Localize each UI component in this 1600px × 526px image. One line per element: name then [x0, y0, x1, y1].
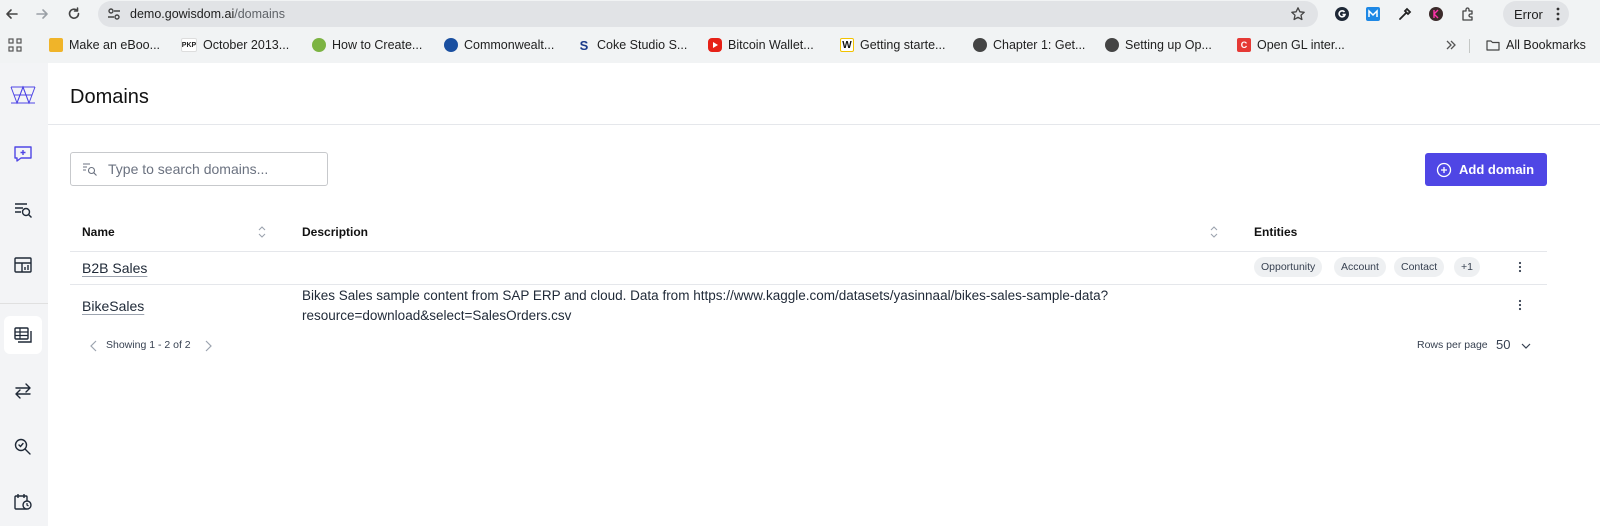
sort-icon[interactable]	[258, 225, 266, 239]
search-box[interactable]	[70, 152, 328, 186]
all-bookmarks-button[interactable]: All Bookmarks	[1486, 37, 1586, 53]
bookmark-item[interactable]: Setting up Op...	[1105, 37, 1212, 53]
bookmark-label: October 2013...	[203, 38, 290, 52]
profile-error-label: Error	[1514, 7, 1543, 22]
sidebar-divider	[0, 303, 48, 304]
reload-icon[interactable]	[64, 4, 84, 24]
chevron-down-icon[interactable]	[1520, 340, 1532, 352]
w-favicon-icon: W	[840, 38, 854, 52]
folder-icon	[1486, 39, 1500, 51]
main-content: Domains Add domain Name Description Enti…	[48, 63, 1600, 526]
table-header-divider	[70, 251, 1547, 252]
bookmark-item[interactable]: Chapter 1: Get...	[973, 37, 1085, 53]
globe-favicon-icon	[444, 38, 458, 52]
globe-favicon-icon	[1105, 38, 1119, 52]
column-header-entities: Entities	[1254, 225, 1298, 239]
transfer-arrows-icon[interactable]	[4, 372, 42, 410]
browser-menu-icon[interactable]	[1556, 7, 1560, 21]
bookmark-label: Make an eBoo...	[69, 38, 161, 52]
domain-name-link[interactable]: B2B Sales	[82, 260, 147, 276]
next-page-icon[interactable]	[204, 340, 212, 352]
entity-tag: Opportunity	[1254, 257, 1323, 277]
description-line: resource=download&select=SalesOrders.csv	[302, 308, 572, 323]
bookmark-item[interactable]: PKP October 2013...	[181, 37, 289, 53]
more-bookmarks-chevron-icon[interactable]	[1445, 37, 1457, 53]
grammarly-extension-icon[interactable]	[1333, 5, 1351, 23]
green-circle-favicon-icon	[312, 38, 326, 52]
bookmark-item[interactable]: C Open GL inter...	[1237, 37, 1345, 53]
bookmark-label: How to Create...	[332, 38, 423, 52]
url-text: demo.gowisdom.ai/domains	[130, 7, 285, 21]
browser-toolbar: demo.gowisdom.ai/domains Error	[0, 0, 1600, 28]
m-extension-icon[interactable]	[1364, 5, 1382, 23]
bookmark-label: Chapter 1: Get...	[993, 38, 1086, 52]
bookmark-item[interactable]: Commonwealt...	[444, 37, 554, 53]
pkp-favicon-icon: PKP	[181, 38, 197, 52]
entity-more-tag[interactable]: +1	[1454, 257, 1480, 277]
bookmark-star-icon[interactable]	[1290, 6, 1306, 22]
search-input[interactable]	[108, 159, 318, 179]
bookmarks-bar: Make an eBoo... PKP October 2013... How …	[0, 31, 1600, 59]
site-info-icon[interactable]	[106, 6, 122, 22]
bookmark-label: Getting starte...	[860, 38, 946, 52]
bookmark-item[interactable]: S Coke Studio S...	[577, 37, 688, 53]
bookmark-item[interactable]: How to Create...	[312, 37, 422, 53]
add-domain-label: Add domain	[1459, 162, 1535, 177]
page-title: Domains	[70, 86, 149, 108]
description-line: Bikes Sales sample content from SAP ERP …	[302, 288, 1109, 303]
domains-table-icon[interactable]	[4, 316, 42, 354]
row-menu-icon[interactable]	[1518, 261, 1522, 273]
bookmark-item[interactable]: Make an eBoo...	[49, 37, 160, 53]
bookmark-item[interactable]: Bitcoin Wallet...	[708, 37, 814, 53]
bookmark-label: Bitcoin Wallet...	[728, 38, 814, 52]
profile-error-button[interactable]: Error	[1503, 1, 1569, 27]
apps-grid-icon[interactable]	[8, 37, 22, 53]
column-header-description[interactable]: Description	[302, 225, 368, 239]
previous-page-icon[interactable]	[90, 340, 98, 352]
address-bar[interactable]: demo.gowisdom.ai/domains	[98, 1, 1318, 27]
add-domain-button[interactable]: Add domain	[1425, 153, 1547, 186]
dashboard-chart-icon[interactable]	[4, 246, 42, 284]
bookmark-item[interactable]: W Getting starte...	[840, 37, 945, 53]
column-header-name[interactable]: Name	[82, 225, 115, 239]
globe-favicon-icon	[973, 38, 987, 52]
s-favicon-icon: S	[579, 37, 589, 53]
rows-per-page-select[interactable]: 50	[1496, 337, 1510, 352]
chat-add-icon[interactable]	[4, 135, 42, 173]
bookmark-label: Coke Studio S...	[597, 38, 688, 52]
header-divider	[48, 124, 1600, 125]
c-favicon-icon: C	[1237, 38, 1251, 52]
row-menu-icon[interactable]	[1518, 299, 1522, 311]
domain-name-link[interactable]: BikeSales	[82, 298, 144, 314]
rows-per-page-label: Rows per page	[1417, 339, 1488, 351]
pagination-status: Showing 1 - 2 of 2	[106, 339, 191, 351]
extensions-puzzle-icon[interactable]	[1459, 5, 1477, 23]
bookmarks-divider	[1469, 39, 1470, 53]
query-search-icon[interactable]	[4, 427, 42, 465]
k-extension-icon[interactable]	[1427, 5, 1445, 23]
row-divider	[70, 284, 1547, 285]
search-list-icon[interactable]	[4, 191, 42, 229]
app-root: Domains Add domain Name Description Enti…	[0, 63, 1600, 526]
bookmark-label: Setting up Op...	[1125, 38, 1212, 52]
entity-tag: Contact	[1394, 257, 1445, 277]
sidebar	[0, 63, 48, 526]
search-icon	[82, 161, 98, 177]
bookmark-label: Open GL inter...	[1257, 38, 1345, 52]
domain-description: Bikes Sales sample content from SAP ERP …	[302, 286, 1182, 326]
forward-icon[interactable]	[32, 4, 52, 24]
bookmark-label: Commonwealt...	[464, 38, 555, 52]
youtube-favicon-icon	[708, 38, 722, 52]
all-bookmarks-label: All Bookmarks	[1506, 38, 1586, 52]
scheduled-calendar-icon[interactable]	[4, 483, 42, 521]
ebook-favicon-icon	[49, 38, 63, 52]
eyedropper-extension-icon[interactable]	[1396, 5, 1414, 23]
sort-icon[interactable]	[1210, 225, 1218, 239]
plus-circle-icon	[1436, 162, 1452, 178]
wisdom-logo-icon[interactable]	[4, 76, 42, 114]
back-icon[interactable]	[2, 4, 22, 24]
entity-tag: Account	[1334, 257, 1386, 277]
